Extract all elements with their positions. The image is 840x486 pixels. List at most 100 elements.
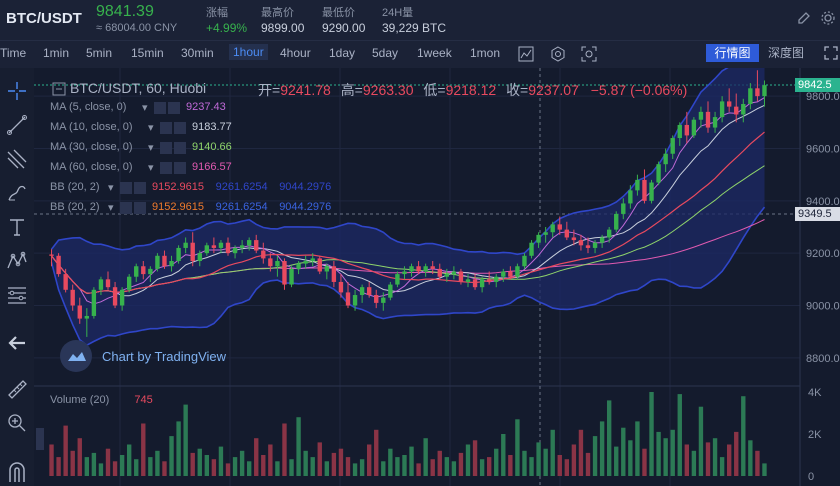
- volume-bar: [141, 423, 146, 476]
- interval-30min[interactable]: 30min: [181, 46, 214, 60]
- volume-bar: [183, 404, 188, 476]
- volume-bar: [564, 459, 570, 476]
- indicator-settings-icon[interactable]: [160, 162, 172, 174]
- zoom-in-icon[interactable]: [6, 412, 28, 434]
- candle-body: [677, 124, 682, 139]
- volume-bar: [246, 461, 252, 476]
- indicators-icon[interactable]: [550, 46, 566, 62]
- brush-icon[interactable]: [6, 182, 28, 204]
- indicator-close-icon[interactable]: [168, 102, 180, 114]
- text-tool-icon[interactable]: [6, 216, 28, 238]
- candle-body: [649, 182, 654, 201]
- edit-icon[interactable]: [796, 10, 812, 26]
- chevron-down-icon[interactable]: ▾: [142, 101, 148, 114]
- interval-15min[interactable]: 15min: [131, 46, 164, 60]
- depth-chart-button[interactable]: 深度图: [768, 44, 804, 62]
- volume-bar: [451, 461, 457, 476]
- volume-bar: [416, 463, 421, 476]
- indicator-label: MA (5, close, 0): [50, 101, 127, 113]
- chevron-down-icon[interactable]: ▾: [148, 141, 154, 154]
- back-arrow-icon[interactable]: [6, 332, 28, 354]
- volume-axis-label: 2K: [808, 429, 822, 441]
- crosshair-price-tag: 9349.5: [795, 207, 840, 222]
- indicator-label: MA (10, close, 0): [50, 121, 133, 133]
- crosshair-icon[interactable]: [6, 80, 28, 102]
- settings-icon[interactable]: [820, 10, 836, 26]
- indicator-settings-icon[interactable]: [160, 122, 172, 134]
- volume-bar: [508, 455, 513, 476]
- volume-bar: [578, 429, 584, 476]
- watermark-text: Chart by TradingView: [102, 349, 227, 364]
- pattern-icon[interactable]: [6, 250, 28, 272]
- interval-5day[interactable]: 5day: [372, 46, 398, 60]
- volume-bar: [56, 457, 61, 476]
- indicator-settings-icon[interactable]: [160, 142, 172, 154]
- volume-bar: [162, 461, 167, 476]
- collapse-legend-icon[interactable]: [52, 82, 66, 96]
- candle-body: [479, 279, 485, 288]
- interval-1week[interactable]: 1week: [417, 46, 452, 60]
- volume-bar: [536, 442, 541, 476]
- indicator-value: 9152.9615: [152, 181, 204, 193]
- collapse-toolbar-handle[interactable]: [36, 428, 44, 450]
- candle-body: [458, 271, 464, 282]
- indicator-close-icon[interactable]: [134, 202, 146, 214]
- screenshot-icon[interactable]: [581, 46, 597, 62]
- chevron-down-icon[interactable]: ▾: [148, 121, 154, 134]
- price-chart[interactable]: 9800.0 9600.0 9400.0 9200.0 9000.0 8800.0 4K 2K…: [34, 68, 840, 486]
- volume-bar: [621, 427, 626, 476]
- indicator-close-icon[interactable]: [174, 162, 186, 174]
- volume-bar: [352, 463, 358, 476]
- trend-line-icon[interactable]: [6, 114, 28, 136]
- chevron-down-icon[interactable]: ▾: [108, 181, 114, 194]
- indicator-close-icon[interactable]: [174, 142, 186, 154]
- volume-bar: [345, 457, 351, 476]
- fullscreen-icon[interactable]: [824, 46, 838, 60]
- price-axis-label: 9000.0: [806, 301, 840, 313]
- interval-1hour[interactable]: 1hour: [229, 44, 268, 60]
- candle-body: [317, 258, 322, 272]
- volume-bar: [635, 421, 640, 476]
- volume-bar: [261, 455, 266, 476]
- fibonacci-icon[interactable]: [6, 284, 28, 306]
- indicator-value: 9166.57: [192, 161, 232, 173]
- candle-body: [402, 271, 407, 275]
- candle-body: [635, 179, 640, 191]
- indicator-settings-icon[interactable]: [120, 182, 132, 194]
- candle-body: [338, 281, 344, 293]
- cloud-icon: [68, 352, 86, 361]
- candle-body: [748, 88, 753, 105]
- interval-4hour[interactable]: 4hour: [280, 46, 311, 60]
- chevron-down-icon[interactable]: ▾: [148, 161, 154, 174]
- candle-body: [112, 287, 118, 306]
- stat-value-volume: 39,229 BTC: [382, 21, 447, 35]
- pitchfork-icon[interactable]: [6, 148, 28, 170]
- volume-bar: [741, 396, 746, 476]
- candle-body: [77, 305, 82, 319]
- indicator-close-icon[interactable]: [134, 182, 146, 194]
- market-chart-button[interactable]: 行情图: [706, 44, 759, 62]
- candle-body: [578, 240, 584, 246]
- volume-bar: [77, 438, 82, 476]
- magnet-icon[interactable]: [6, 460, 28, 482]
- pair-name[interactable]: BTC/USDT: [6, 10, 82, 27]
- chart-type-icon[interactable]: [518, 46, 534, 62]
- indicator-close-icon[interactable]: [174, 122, 186, 134]
- ruler-icon[interactable]: [6, 378, 28, 400]
- chevron-down-icon[interactable]: ▾: [108, 201, 114, 214]
- interval-1mon[interactable]: 1mon: [470, 46, 500, 60]
- candle-body: [726, 101, 732, 107]
- interval-1min[interactable]: 1min: [43, 46, 69, 60]
- volume-bar: [324, 461, 330, 476]
- volume-bar: [719, 457, 725, 476]
- indicator-settings-icon[interactable]: [154, 102, 166, 114]
- volume-bar: [734, 431, 739, 476]
- interval-5min[interactable]: 5min: [86, 46, 112, 60]
- candle-body: [670, 138, 675, 154]
- volume-bar: [691, 450, 697, 476]
- indicator-settings-icon[interactable]: [120, 202, 132, 214]
- candle-body: [444, 274, 450, 277]
- volume-bar: [409, 446, 414, 476]
- interval-time[interactable]: Time: [0, 46, 26, 60]
- interval-1day[interactable]: 1day: [329, 46, 355, 60]
